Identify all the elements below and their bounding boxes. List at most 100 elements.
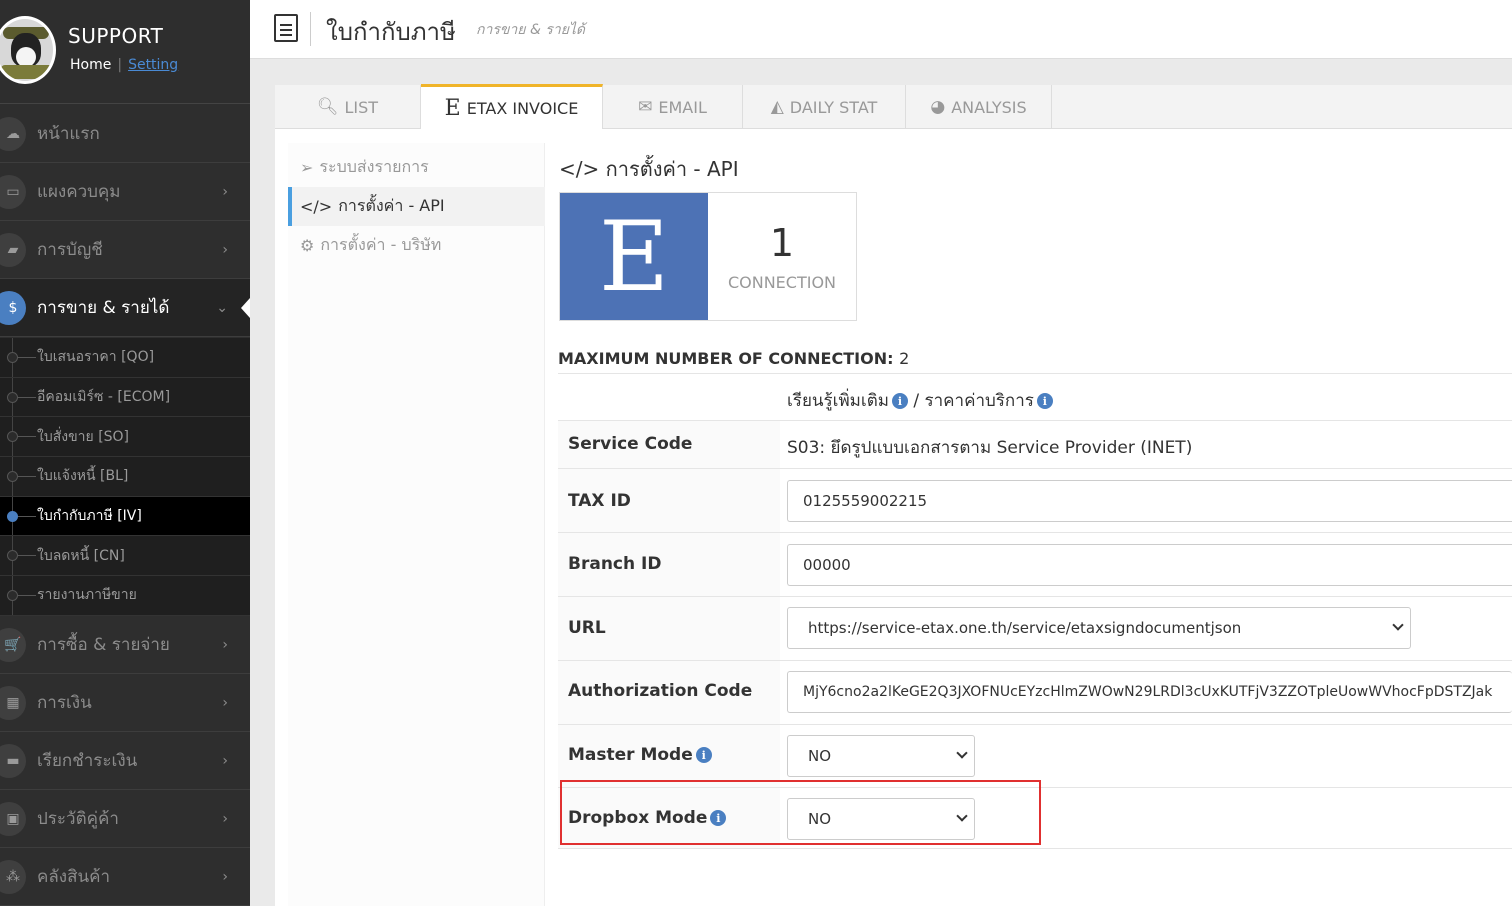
badge-base-shape [1,65,53,79]
sidebar-item-sales[interactable]: $ การขาย & รายได้ ⌄ [0,279,250,337]
brand-area: SUPPORT Home | Setting [0,0,250,104]
tab-label: ANALYSIS [951,97,1027,117]
max-connection-value: 2 [899,349,910,368]
links-group: เรียนรู้เพิ่มเติม i / ราคาค่าบริการ i [787,387,1053,414]
chevron-right-icon: › [222,183,228,200]
master-mode-select[interactable]: NO [787,735,975,777]
avatar[interactable] [0,16,56,84]
page-subtitle: การขาย & รายได้ [476,22,586,38]
chevron-right-icon: › [222,752,228,769]
sidebar-item-label: การบัญชี [37,240,103,260]
sidebar-item-label: การซื้อ & รายจ่าย [37,635,170,655]
tax-id-input[interactable]: 0125559002215 [787,480,1512,522]
master-mode-label-group: Master Mode i [568,745,712,765]
auth-code-input[interactable]: MjY6cno2a2lKeGE2Q3JXOFNUcEYzcHlmZWOwN29L… [787,671,1512,713]
url-select[interactable]: https://service-etax.one.th/service/etax… [787,607,1411,649]
brand-separator: | [117,57,123,73]
submenu-label: ใบแจ้งหนี้ [BL] [37,468,129,485]
gear-icon: ⚙ [300,236,315,255]
page-title: ใบกำกับภาษี [326,18,456,46]
service-code-value: S03: ยึดรูปแบบเอกสารตาม Service Provider… [787,438,1193,458]
submenu-label: อีคอมเมิร์ซ - [ECOM] [37,389,171,406]
tab-label: DAILY STAT [789,97,878,117]
setting-link[interactable]: Setting [128,57,178,73]
branch-id-input[interactable]: 00000 [787,544,1512,586]
sidebar-item-home[interactable]: ☁ หน้าแรก [0,105,250,163]
section-title-text: การตั้งค่า - API [605,157,739,181]
chevron-right-icon: › [222,241,228,258]
submenu-item-quotation[interactable]: ใบเสนอราคา [QO] [0,338,250,378]
brand-title: SUPPORT [68,24,164,48]
submenu-item-credit-note[interactable]: ใบลดหนี้ [CN] [0,536,250,577]
sidebar-item-partner-history[interactable]: ▣ ประวัติคู่ค้า › [0,790,250,848]
etax-logo: E [560,193,708,320]
learn-more-link[interactable]: เรียนรู้เพิ่มเติม [787,391,889,411]
credit-card-icon: ▬ [0,743,26,778]
sidebar-item-accounting[interactable]: ▰ การบัญชี › [0,221,250,279]
tab-etax-invoice[interactable]: E ETAX INVOICE [421,84,603,129]
sales-submenu: ใบเสนอราคา [QO] อีคอมเมิร์ซ - [ECOM] ใบส… [0,338,250,616]
tab-daily-stat[interactable]: ◭ DAILY STAT [743,85,906,129]
tab-analysis[interactable]: ◕ ANALYSIS [906,85,1052,129]
sidebar-item-label: การเงิน [37,693,92,713]
bullet-icon [7,510,18,522]
cart-icon: 🛒 [0,627,26,662]
info-icon[interactable]: i [891,393,908,409]
submenu-label: ใบลดหนี้ [CN] [37,547,125,564]
etax-logo-icon: E [444,95,461,121]
sidebar-item-inventory[interactable]: ⁂ คลังสินค้า › [0,848,250,906]
chevron-down-icon: ⌄ [216,299,228,316]
submenu-label: ใบเสนอราคา [QO] [37,349,155,366]
search-icon: 🔍︎ [316,97,339,117]
tab-bar: 🔍︎ LIST E ETAX INVOICE ✉ EMAIL ◭ DAILY STAT … [275,84,1512,129]
code-icon: </> [559,157,600,181]
master-mode-value: NO [808,747,832,765]
penguin-belly-shape [16,47,36,67]
connection-stat: E 1 CONNECTION [559,192,857,321]
sidebar: SUPPORT Home | Setting ☁ หน้าแรก ▭ แผงควบค… [0,0,250,906]
info-icon[interactable]: i [1036,393,1053,409]
code-icon: </> [300,197,333,216]
tab-label: EMAIL [658,97,707,117]
max-connection: MAXIMUM NUMBER OF CONNECTION: 2 [558,349,909,368]
sidebar-item-dashboard[interactable]: ▭ แผงควบคุม › [0,163,250,221]
chevron-down-icon [956,747,968,759]
branch-id-label: Branch ID [568,554,662,574]
submenu-item-sales-order[interactable]: ใบสั่งขาย [SO] [0,417,250,458]
brand-links: Home | Setting [70,57,178,73]
info-icon[interactable]: i [695,747,712,763]
sidebar-item-purchase[interactable]: 🛒 การซื้อ & รายจ่าย › [0,616,250,674]
sidebar-item-label: ประวัติคู่ค้า [37,809,119,829]
page-header: ใบกำกับภาษี การขาย & รายได้ [250,0,1512,59]
links-row: เรียนรู้เพิ่มเติม i / ราคาค่าบริการ i [558,373,1512,420]
nav-item-api-settings[interactable]: </> การตั้งค่า - API [288,187,545,226]
sidebar-item-payment-request[interactable]: ▬ เรียกชำระเงิน › [0,732,250,790]
submenu-item-sales-tax-report[interactable]: รายงานภาษีขาย [0,576,250,616]
submenu-label: รายงานภาษีขาย [37,587,137,604]
submenu-item-ecom[interactable]: อีคอมเมิร์ซ - [ECOM] [0,377,250,418]
url-label: URL [568,618,606,638]
tax-id-label: TAX ID [568,491,631,511]
chevron-right-icon: › [222,868,228,885]
auth-code-row: Authorization Code MjY6cno2a2lKeGE2Q3JXO… [558,660,1512,724]
pie-chart-icon: ◕ [930,97,946,117]
main-panel: 🔍︎ LIST E ETAX INVOICE ✉ EMAIL ◭ DAILY STAT … [275,84,1512,906]
nav-item-sending-system[interactable]: ➢ ระบบส่งรายการ [288,148,545,187]
book-icon: ▰ [0,232,26,267]
tab-list[interactable]: 🔍︎ LIST [275,85,421,129]
connection-count: 1 [769,221,795,265]
sidebar-item-label: เรียกชำระเงิน [37,751,138,771]
tab-email[interactable]: ✉ EMAIL [603,85,743,129]
submenu-item-tax-invoice[interactable]: ใบกำกับภาษี [IV] [0,496,250,537]
nav-item-company-settings[interactable]: ⚙ การตั้งค่า - บริษัท [288,226,545,265]
submenu-item-billing[interactable]: ใบแจ้งหนี้ [BL] [0,457,250,497]
chevron-right-icon: › [222,694,228,711]
contact-icon: ▣ [0,801,26,836]
pricing-link[interactable]: ราคาค่าบริการ [924,391,1033,411]
bullet-icon [7,391,18,403]
boxes-icon: ⁂ [0,859,26,894]
envelope-icon: ✉ [638,97,653,117]
home-link[interactable]: Home [70,57,111,73]
submenu-label: ใบสั่งขาย [SO] [37,428,130,445]
sidebar-item-finance[interactable]: ▦ การเงิน › [0,674,250,732]
